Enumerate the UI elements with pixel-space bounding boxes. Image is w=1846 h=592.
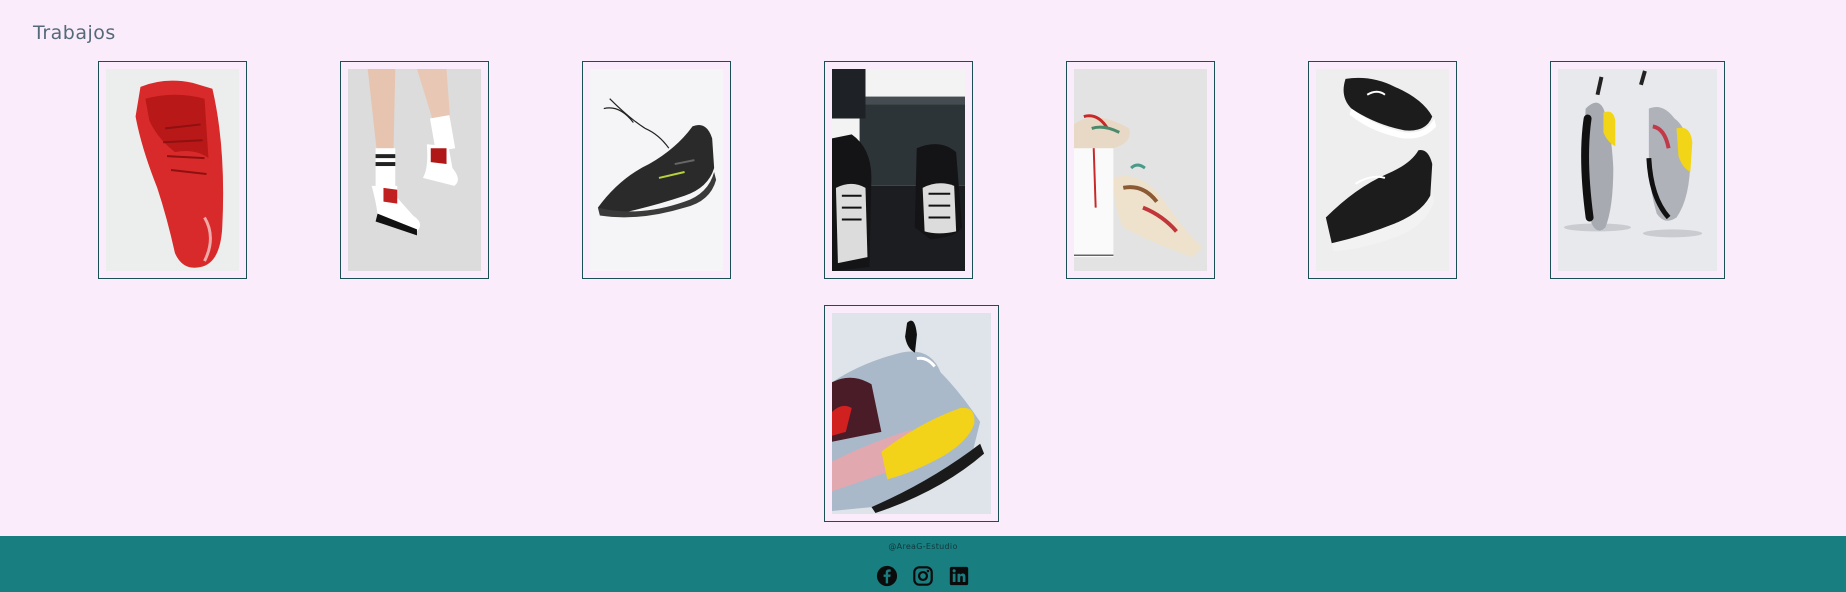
gallery-item[interactable] <box>1308 61 1457 279</box>
gallery-item[interactable] <box>824 61 973 279</box>
footer: @AreaG-Estudio <box>0 536 1846 592</box>
gallery-image <box>832 69 965 271</box>
gallery-image <box>106 69 239 271</box>
gallery-item[interactable] <box>582 61 731 279</box>
gallery-item[interactable] <box>1066 61 1215 279</box>
gallery-image <box>832 313 991 514</box>
gallery-item[interactable] <box>98 61 247 279</box>
linkedin-icon[interactable] <box>948 565 970 587</box>
social-links <box>0 565 1846 587</box>
gallery-image <box>1316 69 1449 271</box>
page-title: Trabajos <box>33 22 116 44</box>
footer-credit: @AreaG-Estudio <box>888 542 958 551</box>
gallery-item[interactable] <box>340 61 489 279</box>
gallery-image <box>1558 69 1717 271</box>
gallery-item[interactable] <box>1550 61 1725 279</box>
gallery-item[interactable] <box>824 305 999 522</box>
facebook-icon[interactable] <box>876 565 898 587</box>
instagram-icon[interactable] <box>912 565 934 587</box>
gallery-image <box>590 69 723 271</box>
gallery-image <box>1074 69 1207 271</box>
gallery-image <box>348 69 481 271</box>
